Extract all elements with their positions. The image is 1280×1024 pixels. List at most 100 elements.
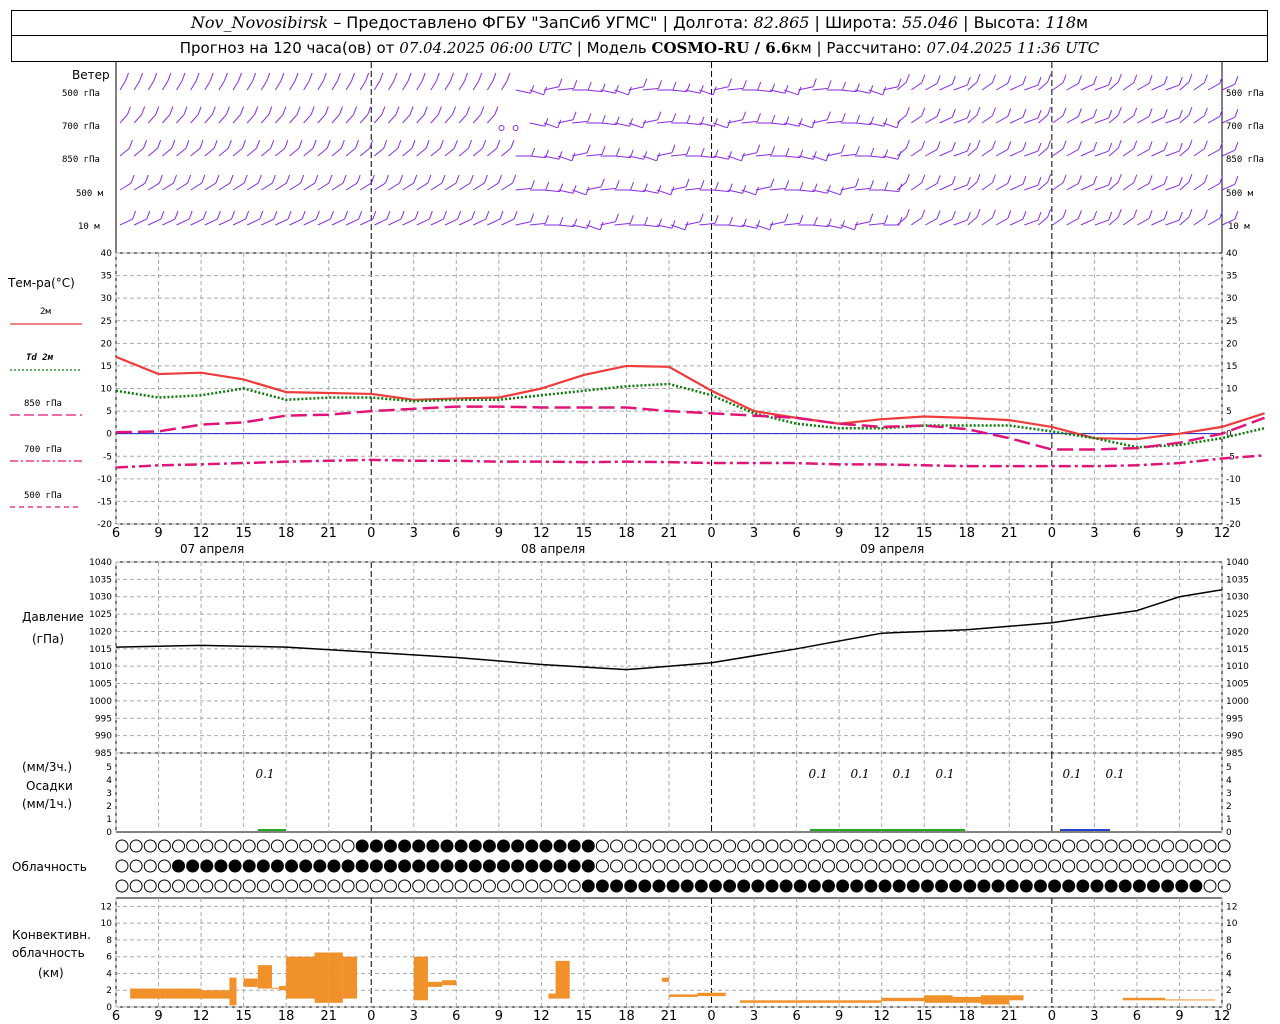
cloud-cover-symbol	[751, 879, 765, 893]
wind-barb-feather	[181, 72, 186, 82]
wind-barb-feather	[572, 185, 577, 194]
wind-barb-feather	[187, 174, 192, 184]
conv-bar	[980, 995, 1010, 1005]
wind-barb-feather	[155, 106, 160, 115]
wind-barb	[1108, 114, 1119, 124]
wind-barb-feather	[171, 140, 176, 149]
wind-barb	[868, 89, 883, 96]
wind-barb-feather	[355, 140, 359, 149]
wind-barb	[670, 224, 686, 231]
wind-barb	[317, 114, 326, 124]
cloud-cover-symbol	[864, 879, 878, 893]
pressure-tick-right: 1015	[1226, 645, 1249, 655]
time-tick-label: 0	[1048, 526, 1056, 541]
cloud-cover-symbol	[313, 839, 327, 853]
cloud-cover-symbol	[1048, 839, 1062, 853]
wind-barb	[656, 224, 673, 229]
wind-barb-feather	[755, 186, 760, 195]
precip-tick-right: 1	[1226, 815, 1232, 825]
cloud-cover-symbol	[822, 879, 835, 893]
wind-barb-feather	[991, 174, 996, 183]
wind-barb	[190, 80, 197, 91]
wind-barb-feather	[813, 216, 818, 226]
wind-barb	[642, 189, 658, 194]
wind-barb	[557, 87, 574, 91]
wind-barb	[953, 219, 968, 226]
wind-barb	[1137, 218, 1150, 226]
wind-barb-feather	[884, 215, 889, 224]
wind-barb-feather	[869, 85, 874, 94]
cloud-cover-symbol	[1161, 859, 1175, 873]
conv-bar	[669, 994, 698, 997]
cloud-cover-symbol	[256, 879, 270, 893]
time-tick-label: 15	[235, 526, 252, 541]
wind-barb-feather	[1047, 139, 1052, 149]
wind-barb-feather	[1203, 140, 1208, 149]
conv-tick-right: 2	[1226, 986, 1232, 996]
wind-barb-feather	[384, 174, 389, 184]
conv-tick-right: 10	[1226, 919, 1238, 929]
cloud-cover-symbol	[256, 859, 270, 873]
wind-barb-feather	[512, 174, 517, 184]
wind-barb-feather	[266, 72, 271, 82]
wind-barb-feather	[771, 114, 776, 124]
temp-series-line	[115, 454, 1265, 469]
wind-barb-feather	[839, 186, 844, 195]
wind-barb	[910, 217, 923, 226]
wind-barb	[1122, 82, 1135, 91]
wind-barb-feather	[976, 208, 981, 218]
wind-barb	[1151, 149, 1165, 157]
wind-barb	[1137, 183, 1150, 191]
pressure-tick-left: 1035	[89, 575, 112, 585]
wind-barb-feather	[141, 106, 146, 115]
wind-barb	[1108, 216, 1119, 226]
wind-barb	[939, 149, 953, 157]
pressure-tick-left: 1005	[89, 680, 112, 690]
wind-barb	[261, 182, 273, 191]
wind-barb	[303, 114, 312, 124]
wind-barb	[656, 189, 671, 196]
cloud-cover-symbol	[935, 859, 949, 873]
wind-barb-feather	[1163, 211, 1168, 220]
cloud-cover-symbol	[638, 859, 652, 873]
cloud-cover-symbol	[1175, 879, 1189, 893]
cloud-cover-symbol	[624, 859, 638, 873]
wind-barb-feather	[1133, 140, 1138, 149]
cloud-cover-symbol	[1203, 839, 1217, 853]
cloud-cover-symbol	[793, 879, 807, 893]
wind-barb	[119, 182, 132, 191]
cloud-cover-symbol	[1104, 839, 1118, 853]
precip-value-label: 0.1	[892, 767, 911, 781]
conv-bar	[413, 956, 428, 1001]
wind-barb-feather	[951, 211, 956, 220]
wind-barb	[868, 222, 885, 226]
cloud-cover-symbol	[1203, 879, 1217, 893]
wind-barb	[1165, 117, 1180, 124]
cloud-cover-symbol	[412, 859, 426, 873]
wind-barb-feather	[324, 106, 329, 115]
conv-bar	[881, 997, 925, 1002]
precip-tick-right: 4	[1226, 776, 1232, 786]
wind-barb	[515, 89, 531, 94]
wind-barb	[854, 122, 871, 126]
cloud-cover-symbol	[694, 839, 708, 853]
cloud-cover-symbol	[454, 839, 468, 853]
wind-barb-feather	[599, 221, 604, 230]
wind-barb-feather	[209, 72, 214, 82]
wind-barb	[416, 147, 427, 157]
wind-barb	[628, 189, 645, 193]
wind-barb	[939, 183, 953, 191]
wind-barb-feather	[670, 186, 675, 195]
wind-barb-feather	[270, 140, 275, 149]
cloud-cover-symbol	[723, 859, 737, 873]
wind-barb-feather	[358, 210, 363, 220]
wind-barb-feather	[496, 140, 501, 149]
time-tick-label-bottom: 12	[193, 1009, 210, 1024]
cloud-cover-symbol	[270, 839, 284, 853]
wind-barb-feather	[991, 107, 996, 116]
wind-barb-feather	[1148, 175, 1153, 184]
cloud-cover-symbol	[1217, 859, 1231, 873]
wind-barb-feather	[223, 72, 228, 82]
cloud-cover-symbol	[892, 859, 906, 873]
pressure-tick-right: 985	[1226, 749, 1243, 759]
